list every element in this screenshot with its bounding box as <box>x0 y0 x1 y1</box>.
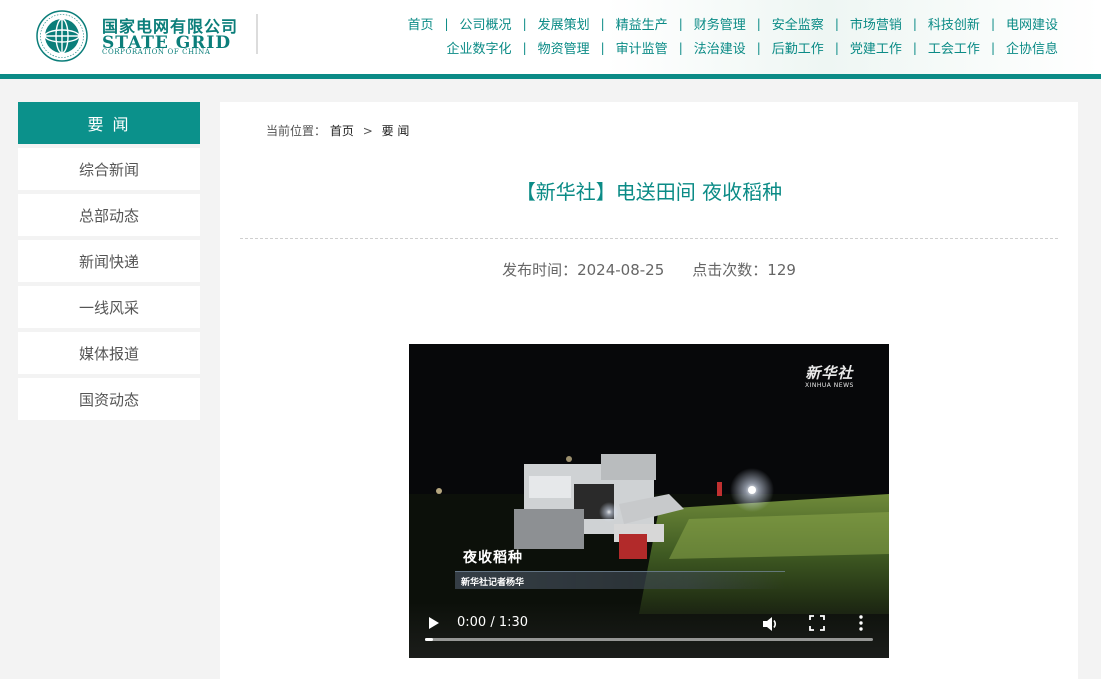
sidebar-item-frontline[interactable]: 一线风采 <box>18 286 200 328</box>
breadcrumb-current[interactable]: 要 闻 <box>382 124 410 138</box>
video-controls: 0:00 / 1:30 <box>409 602 889 658</box>
nav-item-logistics[interactable]: 后勤工作 <box>772 38 824 57</box>
nav-separator: | <box>990 16 995 31</box>
nav-separator: | <box>834 40 839 55</box>
breadcrumb-prefix: 当前位置： <box>266 124 327 138</box>
state-grid-logo-icon[interactable] <box>36 10 88 62</box>
nav-separator: | <box>522 16 527 31</box>
sidebar-item-general-news[interactable]: 综合新闻 <box>18 148 200 190</box>
video-time: 0:00 / 1:30 <box>457 615 529 630</box>
nav-separator: | <box>756 40 761 55</box>
main-nav-row-1: 首页 | 公司概况 | 发展策划 | 精益生产 | 财务管理 | 安全监察 | … <box>407 14 1058 34</box>
more-options-icon[interactable] <box>857 614 865 632</box>
publish-date: 2024-08-25 <box>577 261 665 279</box>
nav-item-innovation[interactable]: 科技创新 <box>928 14 980 33</box>
nav-item-enterprise-association[interactable]: 企协信息 <box>1006 38 1058 57</box>
nav-item-materials[interactable]: 物资管理 <box>538 38 590 57</box>
sidebar-title[interactable]: 要 闻 <box>18 102 200 144</box>
nav-item-development-planning[interactable]: 发展策划 <box>538 14 590 33</box>
nav-item-legal[interactable]: 法治建设 <box>694 38 746 57</box>
sidebar-item-news-express[interactable]: 新闻快递 <box>18 240 200 282</box>
nav-separator: | <box>444 16 449 31</box>
site-header: 国家电网有限公司 STATE GRID CORPORATION OF CHINA… <box>0 0 1101 74</box>
article-meta: 发布时间：2024-08-25 点击次数：129 <box>220 259 1078 280</box>
publish-label: 发布时间： <box>502 261 578 279</box>
nav-separator: | <box>678 16 683 31</box>
nav-item-company-overview[interactable]: 公司概况 <box>460 14 512 33</box>
nav-separator: | <box>600 40 605 55</box>
nav-item-safety[interactable]: 安全监察 <box>772 14 824 33</box>
video-progress-fill <box>425 638 433 641</box>
main-nav-row-2: 企业数字化 | 物资管理 | 审计监管 | 法治建设 | 后勤工作 | 党建工作… <box>447 38 1058 58</box>
fullscreen-icon[interactable] <box>809 615 825 631</box>
sidebar: 要 闻 综合新闻 总部动态 新闻快递 一线风采 媒体报道 国资动态 <box>18 102 200 420</box>
nav-separator: | <box>522 40 527 55</box>
sidebar-item-hq-updates[interactable]: 总部动态 <box>18 194 200 236</box>
nav-item-marketing[interactable]: 市场营销 <box>850 14 902 33</box>
xinhua-watermark: 新华社 XINHUA NEWS <box>805 362 854 389</box>
sidebar-item-media-reports[interactable]: 媒体报道 <box>18 332 200 374</box>
nav-item-audit[interactable]: 审计监管 <box>616 38 668 57</box>
sidebar-item-sasac-updates[interactable]: 国资动态 <box>18 378 200 420</box>
nav-item-home[interactable]: 首页 <box>407 14 433 33</box>
nav-item-trade-union[interactable]: 工会工作 <box>928 38 980 57</box>
reporter-lower-third: 新华社记者杨华 <box>455 571 785 589</box>
breadcrumb-separator: > <box>362 124 373 138</box>
nav-item-finance[interactable]: 财务管理 <box>694 14 746 33</box>
title-divider <box>240 238 1058 239</box>
nav-separator: | <box>912 16 917 31</box>
video-caption: 夜收稻种 <box>463 550 523 566</box>
video-progress-bar[interactable] <box>425 638 873 641</box>
nav-separator: | <box>756 16 761 31</box>
nav-item-grid-construction[interactable]: 电网建设 <box>1006 14 1058 33</box>
views-count: 129 <box>767 261 796 279</box>
article-title: 【新华社】电送田间 夜收稻种 <box>515 180 783 204</box>
watermark-cn: 新华社 <box>805 364 854 382</box>
org-name-en-sub: CORPORATION OF CHINA <box>102 48 211 56</box>
article-panel: 当前位置： 首页 > 要 闻 【新华社】电送田间 夜收稻种 发布时间：2024-… <box>220 102 1078 679</box>
breadcrumb: 当前位置： 首页 > 要 闻 <box>266 122 409 139</box>
video-player[interactable]: 新华社 XINHUA NEWS 夜收稻种 新华社记者杨华 0:00 / 1:30 <box>409 344 889 658</box>
logo-divider <box>256 14 258 54</box>
watermark-en: XINHUA NEWS <box>805 382 854 389</box>
nav-separator: | <box>990 40 995 55</box>
nav-item-lean-production[interactable]: 精益生产 <box>616 14 668 33</box>
nav-separator: | <box>600 16 605 31</box>
play-icon[interactable] <box>427 616 441 630</box>
nav-item-party-building[interactable]: 党建工作 <box>850 38 902 57</box>
nav-separator: | <box>834 16 839 31</box>
nav-separator: | <box>678 40 683 55</box>
volume-icon[interactable] <box>761 615 779 633</box>
views-label: 点击次数： <box>692 261 768 279</box>
reporter-name: 新华社记者杨华 <box>461 578 525 588</box>
header-accent-bar <box>0 74 1101 79</box>
nav-separator: | <box>912 40 917 55</box>
breadcrumb-home-link[interactable]: 首页 <box>330 124 354 138</box>
nav-item-digitalization[interactable]: 企业数字化 <box>447 38 512 57</box>
